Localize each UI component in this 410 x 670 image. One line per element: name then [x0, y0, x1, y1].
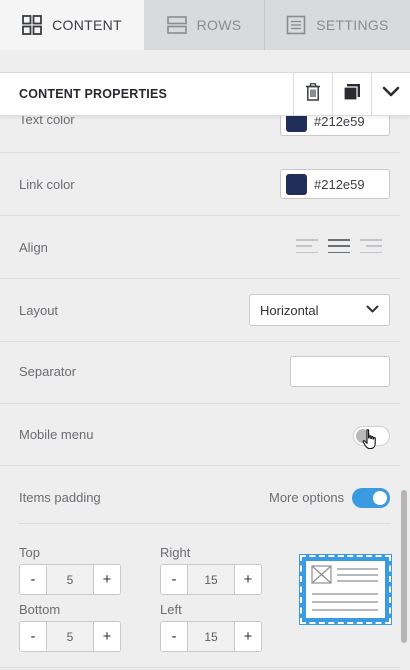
- content-properties-header: CONTENT PROPERTIES: [0, 72, 410, 116]
- left-padding-value[interactable]: 15: [188, 622, 234, 651]
- bottom-padding-label: Bottom: [19, 602, 61, 617]
- chevron-down-icon: [382, 85, 400, 103]
- left-padding-decrement[interactable]: -: [161, 622, 188, 651]
- trash-icon: [305, 82, 321, 106]
- bottom-padding-decrement[interactable]: -: [20, 622, 47, 651]
- right-padding-label: Right: [160, 545, 191, 560]
- align-center-icon[interactable]: [328, 239, 350, 253]
- link-color-row: Link color #212e59: [0, 153, 400, 216]
- align-options: [296, 239, 382, 253]
- separator-field[interactable]: [290, 356, 390, 387]
- left-padding-label: Left: [160, 602, 182, 617]
- layout-label: Layout: [19, 303, 59, 318]
- text-color-value: #212e59: [314, 114, 365, 129]
- items-padding-label: Items padding: [19, 490, 101, 505]
- mobile-menu-row: Mobile menu: [0, 404, 400, 466]
- duplicate-icon: [343, 83, 361, 106]
- right-padding-value[interactable]: 15: [188, 565, 234, 594]
- padding-preview: [299, 554, 392, 625]
- align-left-icon[interactable]: [296, 239, 318, 253]
- collapse-button[interactable]: [371, 72, 410, 116]
- mobile-menu-label: Mobile menu: [19, 427, 94, 442]
- right-padding-decrement[interactable]: -: [161, 565, 188, 594]
- tab-settings[interactable]: SETTINGS: [265, 0, 410, 50]
- bottom-padding-stepper: - 5 +: [19, 621, 121, 652]
- top-padding-value[interactable]: 5: [47, 565, 93, 594]
- scrollbar[interactable]: [401, 490, 407, 643]
- align-right-icon[interactable]: [360, 239, 382, 253]
- tab-content-label: CONTENT: [52, 17, 122, 33]
- align-label: Align: [19, 240, 48, 255]
- duplicate-button[interactable]: [332, 72, 371, 116]
- link-color-field[interactable]: #212e59: [280, 169, 390, 199]
- tab-rows-label: ROWS: [196, 17, 242, 33]
- items-padding-row: Items padding More options: [0, 466, 400, 524]
- settings-page-icon: [286, 15, 306, 35]
- right-padding-stepper: - 15 +: [160, 564, 262, 595]
- bottom-divider: [0, 667, 400, 668]
- layout-select-value: Horizontal: [260, 302, 319, 318]
- toggle-knob: [373, 491, 387, 505]
- delete-button[interactable]: [293, 72, 332, 116]
- top-padding-stepper: - 5 +: [19, 564, 121, 595]
- bottom-padding-value[interactable]: 5: [47, 622, 93, 651]
- section-title: CONTENT PROPERTIES: [19, 87, 168, 101]
- tab-settings-label: SETTINGS: [316, 17, 389, 33]
- more-options-label: More options: [269, 490, 345, 505]
- separator-row: Separator: [0, 342, 400, 404]
- link-color-value: #212e59: [314, 176, 365, 192]
- link-color-swatch[interactable]: [286, 173, 307, 195]
- top-padding-decrement[interactable]: -: [20, 565, 47, 594]
- align-row: Align: [0, 216, 400, 279]
- hand-pointer-icon: [362, 428, 378, 455]
- tab-rows[interactable]: ROWS: [144, 0, 265, 50]
- text-color-row: Text color #212e59: [0, 107, 400, 153]
- right-padding-increment[interactable]: +: [234, 565, 261, 594]
- padding-divider: [19, 523, 390, 524]
- rows-icon: [166, 15, 187, 35]
- layout-row: Layout Horizontal: [0, 279, 400, 342]
- menu-item-preview-icon: [306, 561, 385, 618]
- link-color-label: Link color: [19, 177, 75, 192]
- layout-select[interactable]: Horizontal: [249, 294, 390, 326]
- top-padding-increment[interactable]: +: [93, 565, 120, 594]
- top-padding-label: Top: [19, 545, 40, 560]
- separator-label: Separator: [19, 364, 77, 379]
- left-padding-stepper: - 15 +: [160, 621, 262, 652]
- more-options-toggle[interactable]: [352, 488, 390, 508]
- grid-icon: [22, 15, 43, 35]
- left-padding-increment[interactable]: +: [234, 622, 261, 651]
- bottom-padding-increment[interactable]: +: [93, 622, 120, 651]
- tab-gap: [0, 50, 410, 72]
- tab-content[interactable]: CONTENT: [0, 0, 144, 50]
- tab-bar: CONTENT ROWS SETTINGS: [0, 0, 410, 50]
